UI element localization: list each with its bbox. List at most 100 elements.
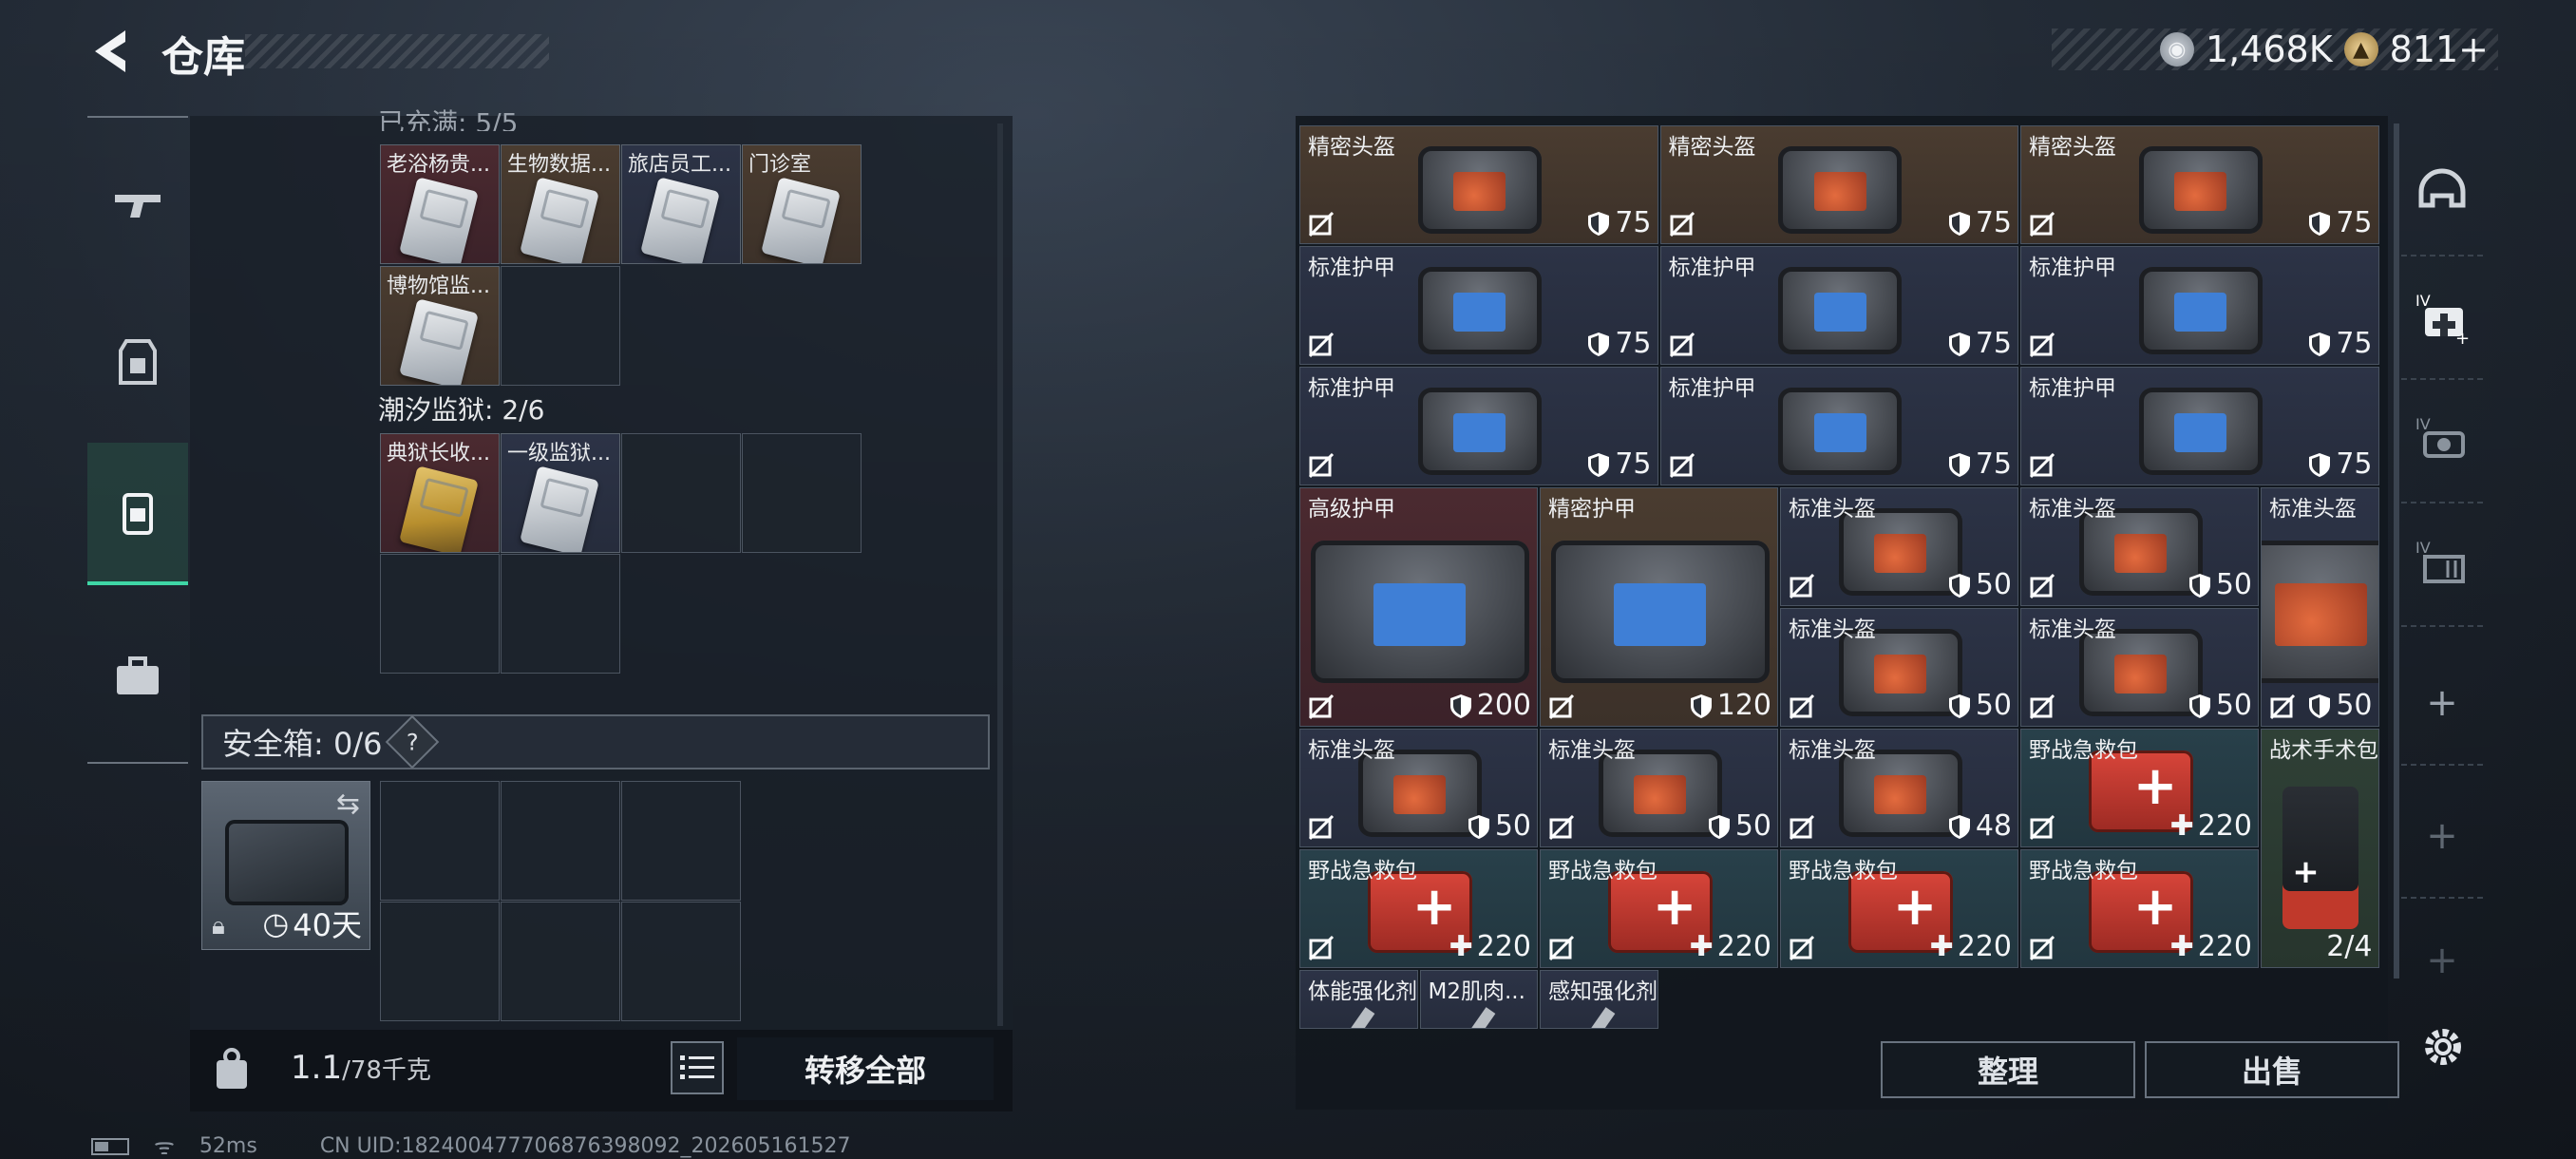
empty-slot[interactable] <box>380 554 500 674</box>
sell-button[interactable]: 出售 <box>2145 1041 2399 1098</box>
slot-armor[interactable]: IV <box>2401 380 2483 504</box>
empty-slot[interactable] <box>621 433 741 553</box>
helmet-item[interactable]: 精密头盔 75 <box>1659 125 2018 244</box>
helmet-slot-icon <box>2418 168 2466 208</box>
medkit-item[interactable]: 野战急救包✚220 <box>1540 849 1778 968</box>
keycard-item[interactable]: 旅店员工... <box>621 144 741 264</box>
empty-slot[interactable] <box>501 902 620 1021</box>
plus-icon: ✚ <box>2169 809 2194 843</box>
scrollbar[interactable] <box>997 124 1003 1026</box>
back-arrow-icon[interactable] <box>87 25 135 78</box>
injector-item[interactable]: M2肌肉... <box>1419 970 1538 1029</box>
empty-slot[interactable] <box>501 266 620 386</box>
heal-icon: ✚ <box>1449 930 1473 963</box>
durability-shield-icon <box>1947 451 1972 478</box>
nav-storage[interactable] <box>87 443 188 585</box>
status-bar: ᯤ 52ms CN UID:182400477706876398092_2026… <box>91 1130 850 1159</box>
helmet-item[interactable]: 标准头盔 50 <box>1299 729 1538 847</box>
empty-slot[interactable] <box>742 433 862 553</box>
item-value: 120 <box>1689 689 1771 722</box>
empty-slot[interactable] <box>380 902 500 1021</box>
keycard-item[interactable]: 博物馆监... <box>380 266 500 386</box>
durability-shield-icon <box>1707 813 1732 840</box>
durability-shield-icon <box>1467 813 1491 840</box>
helmet-item[interactable]: 标准头盔 50 <box>2261 487 2379 727</box>
item-value: ✚ 220 <box>1449 930 1531 963</box>
slot-storage[interactable]: IV <box>2401 504 2483 627</box>
durability-shield-icon <box>2307 331 2332 357</box>
item-value: 50 <box>1467 809 1531 843</box>
slot-medkit[interactable]: IV + <box>2401 256 2483 380</box>
helmet-image <box>1778 145 1903 234</box>
durability-shield-icon <box>2307 451 2332 478</box>
item-value: 50 <box>1947 689 2012 722</box>
settings-button[interactable] <box>2418 1022 2468 1072</box>
armor-item[interactable]: 高级护甲 200 <box>1299 487 1538 727</box>
briefcase-icon <box>117 656 159 694</box>
heal-icon: ✚ <box>1690 930 1714 963</box>
nav-weapons[interactable] <box>87 133 188 276</box>
medkit-item[interactable]: 野战急救包✚220 <box>2020 729 2259 847</box>
helmet-item[interactable]: 标准头盔 50 <box>1780 487 2018 606</box>
medkit-iv-icon: IV + <box>2415 292 2470 348</box>
keycard-item[interactable]: 老浴杨贵... <box>380 144 500 264</box>
plus-icon: ✚ <box>1929 930 1954 963</box>
surgery-kit-item[interactable]: + 战术手术包 2/4 <box>2261 729 2379 968</box>
nav-tools[interactable] <box>87 604 188 747</box>
injector-item[interactable]: 感知强化剂 <box>1540 970 1658 1029</box>
armor-image <box>1417 266 1542 354</box>
armor-image <box>1550 541 1770 683</box>
gold-coin-icon: ▲ <box>2343 32 2378 66</box>
transfer-all-button[interactable]: 转移全部 <box>737 1037 994 1100</box>
helmet-item[interactable]: 精密头盔 75 <box>1299 125 1658 244</box>
armor-item[interactable]: 标准护甲 75 <box>1299 367 1658 485</box>
armor-item[interactable]: 精密护甲 120 <box>1540 487 1778 727</box>
injector-item[interactable]: 体能强化剂 <box>1299 970 1418 1029</box>
heal-icon: ✚ <box>1930 930 1954 963</box>
keycard-item[interactable]: 典狱长收... <box>380 433 500 553</box>
durability-shield-icon <box>2307 210 2332 237</box>
surgery-kit-image: + <box>2282 787 2359 929</box>
armor-item[interactable]: 标准护甲 75 <box>1299 246 1658 365</box>
keycard-item[interactable]: 门诊室 <box>742 144 862 264</box>
nav-equipment[interactable] <box>87 291 188 433</box>
list-view-button[interactable] <box>671 1041 724 1094</box>
currency-2-value[interactable]: 811+ <box>2390 28 2489 70</box>
helmet-item[interactable]: 标准头盔 50 <box>1780 608 2018 727</box>
empty-slot[interactable] <box>501 781 620 901</box>
add-slot-button[interactable]: + <box>2401 899 2483 1022</box>
empty-slot[interactable] <box>380 781 500 901</box>
medkit-item[interactable]: 野战急救包✚220 <box>2020 849 2259 968</box>
empty-slot[interactable] <box>621 781 741 901</box>
scrollbar[interactable] <box>2394 124 2399 978</box>
helmet-item[interactable]: 标准头盔 48 <box>1780 729 2018 847</box>
swap-icon[interactable]: ⇆ <box>336 788 360 821</box>
medkit-item[interactable]: 野战急救包✚220 <box>1299 849 1538 968</box>
item-value: 2/4 <box>2326 930 2373 963</box>
help-icon[interactable]: ? <box>386 714 440 770</box>
medkit-item[interactable]: 野战急救包✚220 <box>1780 849 2018 968</box>
item-value: 75 <box>1947 206 2012 239</box>
keycard-item[interactable]: 一级监狱... <box>501 433 620 553</box>
safe-box-item[interactable]: ⇆ 🔒︎ ◷ 40天 <box>201 781 370 950</box>
durability-shield-icon <box>1947 813 1972 840</box>
currency-bar: ◉ 1,468K ▲ 811+ <box>2052 28 2498 70</box>
add-icon: + <box>2426 939 2458 982</box>
add-slot-button[interactable]: + <box>2401 775 2483 899</box>
helmet-item[interactable]: 标准头盔 50 <box>1540 729 1778 847</box>
add-slot-button[interactable]: + <box>2401 642 2483 766</box>
armor-item[interactable]: 标准护甲 75 <box>2020 367 2379 485</box>
sort-button[interactable]: 整理 <box>1881 1041 2135 1098</box>
helmet-item[interactable]: 精密头盔 75 <box>2020 125 2379 244</box>
empty-slot[interactable] <box>501 554 620 674</box>
armor-icon <box>119 339 157 385</box>
armor-item[interactable]: 标准护甲 75 <box>2020 246 2379 365</box>
empty-slot[interactable] <box>621 902 741 1021</box>
keycard-item[interactable]: 生物数据... <box>501 144 620 264</box>
slot-helmet[interactable] <box>2401 133 2483 256</box>
helmet-item[interactable]: 标准头盔 50 <box>2020 487 2259 606</box>
keycard-image <box>399 466 479 552</box>
helmet-item[interactable]: 标准头盔 50 <box>2020 608 2259 727</box>
armor-item[interactable]: 标准护甲 75 <box>1659 246 2018 365</box>
armor-item[interactable]: 标准护甲 75 <box>1659 367 2018 485</box>
